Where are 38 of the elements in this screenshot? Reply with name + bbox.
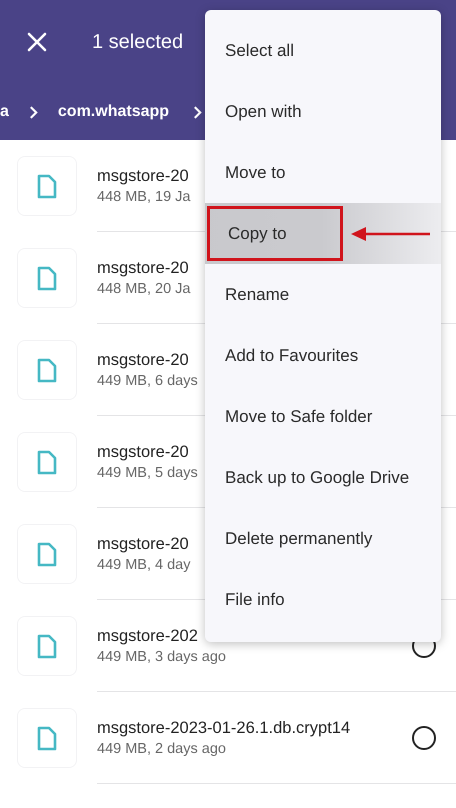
document-icon bbox=[37, 266, 57, 290]
document-icon bbox=[37, 726, 57, 750]
document-icon bbox=[37, 542, 57, 566]
close-icon[interactable] bbox=[27, 32, 47, 52]
file-details: 449 MB, 2 days ago bbox=[97, 740, 226, 758]
chevron-right-icon bbox=[193, 106, 202, 118]
file-name: msgstore-20 bbox=[97, 166, 189, 186]
file-details: 449 MB, 4 day bbox=[97, 556, 190, 574]
menu-item[interactable]: File info bbox=[225, 586, 285, 612]
document-icon bbox=[37, 174, 57, 198]
file-details: 448 MB, 19 Ja bbox=[97, 188, 190, 206]
file-details: 449 MB, 3 days ago bbox=[97, 648, 226, 666]
menu-item[interactable]: Open with bbox=[225, 98, 302, 124]
file-details: 448 MB, 20 Ja bbox=[97, 280, 190, 298]
file-details: 449 MB, 5 days bbox=[97, 464, 198, 482]
menu-item[interactable]: Rename bbox=[225, 282, 290, 308]
breadcrumb-item[interactable]: a bbox=[0, 100, 9, 124]
selection-count: 1 selected bbox=[92, 30, 184, 55]
menu-item[interactable]: Copy to bbox=[207, 206, 343, 261]
menu-item[interactable]: Add to Favourites bbox=[225, 342, 358, 368]
file-name: msgstore-20 bbox=[97, 350, 189, 370]
chevron-right-icon bbox=[28, 106, 38, 118]
file-details: 449 MB, 6 days bbox=[97, 372, 198, 390]
menu-item[interactable]: Select all bbox=[225, 38, 294, 64]
file-name: msgstore-20 bbox=[97, 534, 189, 554]
file-name: msgstore-20 bbox=[97, 442, 189, 462]
file-name: msgstore-20 bbox=[97, 258, 189, 278]
menu-item[interactable]: Delete permanently bbox=[225, 526, 372, 552]
breadcrumb-item[interactable]: com.whatsapp bbox=[58, 100, 170, 124]
menu-item[interactable]: Move to Safe folder bbox=[225, 404, 372, 430]
menu-item[interactable]: Move to bbox=[225, 160, 286, 186]
document-icon bbox=[37, 634, 57, 658]
document-icon bbox=[37, 358, 57, 382]
file-name: msgstore-2023-01-26.1.db.crypt14 bbox=[97, 718, 350, 738]
radio-button[interactable] bbox=[412, 726, 436, 750]
file-name: msgstore-202 bbox=[97, 626, 198, 646]
menu-item[interactable]: Back up to Google Drive bbox=[225, 464, 410, 490]
document-icon bbox=[37, 450, 57, 474]
